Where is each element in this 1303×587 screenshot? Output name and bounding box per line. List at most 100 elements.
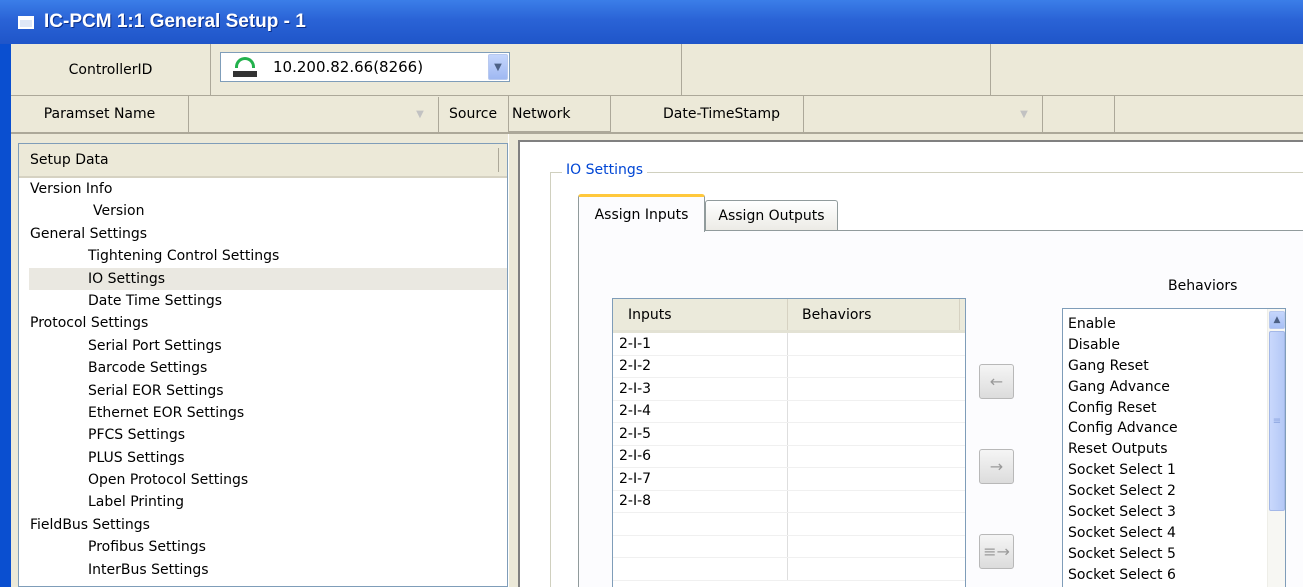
source-value: Network bbox=[508, 96, 611, 132]
add-behavior-button[interactable]: → bbox=[979, 449, 1014, 484]
tree-item[interactable]: Serial Port Settings bbox=[19, 335, 507, 357]
behavior-cell bbox=[788, 423, 960, 445]
chevron-down-icon[interactable]: ▼ bbox=[488, 54, 508, 80]
input-cell: 2-I-4 bbox=[613, 400, 788, 422]
list-item[interactable]: Socket Select 2 bbox=[1063, 481, 1268, 502]
table-row[interactable]: 2-I-7 bbox=[613, 468, 965, 491]
input-cell: 2-I-6 bbox=[613, 445, 788, 467]
tree-item[interactable]: PLUS Settings bbox=[19, 447, 507, 469]
tree-item[interactable]: FieldBus Settings bbox=[19, 514, 507, 536]
inputs-table[interactable]: Inputs Behaviors 2-I-1 2-I-2 2-I-3 2-I-4 2-I… bbox=[612, 298, 966, 587]
tree-item[interactable]: Open Protocol Settings bbox=[19, 469, 507, 491]
list-item[interactable]: Socket Select 4 bbox=[1063, 523, 1268, 544]
tab-assign-inputs[interactable]: Assign Inputs bbox=[578, 194, 705, 232]
behavior-cell bbox=[788, 446, 960, 468]
title-bar[interactable]: IC-PCM 1:1 General Setup - 1 bbox=[0, 0, 1303, 44]
tree-items: Version Info Version General Settings Tight… bbox=[19, 178, 507, 581]
behavior-cell bbox=[788, 356, 960, 378]
tree-item[interactable]: InterBus Settings bbox=[19, 559, 507, 581]
divider bbox=[1114, 96, 1115, 132]
controller-id-select[interactable]: 10.200.82.66(8266) ▼ bbox=[220, 52, 510, 82]
paramset-row: Paramset Name ▼ Source Network Date-Time… bbox=[11, 96, 1303, 134]
tree-item[interactable]: Protocol Settings bbox=[19, 312, 507, 334]
table-row[interactable]: 2-I-2 bbox=[613, 355, 965, 378]
table-row[interactable]: 2-I-6 bbox=[613, 445, 965, 468]
behaviors-list[interactable]: Enable Disable Gang Reset Gang Advance Confi… bbox=[1062, 308, 1286, 587]
table-row[interactable] bbox=[613, 535, 965, 558]
behavior-cell bbox=[788, 468, 960, 490]
assign-all-button[interactable]: ≡→ bbox=[979, 534, 1014, 569]
list-item[interactable]: Socket Select 5 bbox=[1063, 544, 1268, 565]
group-border bbox=[550, 172, 551, 587]
chevron-down-icon[interactable]: ▼ bbox=[1014, 104, 1034, 124]
behavior-cell bbox=[788, 536, 960, 558]
window-frame bbox=[0, 44, 11, 587]
input-cell bbox=[613, 535, 788, 557]
paramset-name-select[interactable]: ▼ bbox=[191, 97, 439, 132]
assign-all-right-icon: ≡→ bbox=[983, 542, 1010, 561]
window-title: IC-PCM 1:1 General Setup - 1 bbox=[44, 11, 306, 32]
date-timestamp-label: Date-TimeStamp bbox=[663, 106, 780, 122]
input-cell: 2-I-8 bbox=[613, 490, 788, 512]
list-item[interactable]: Disable bbox=[1063, 335, 1268, 356]
scroll-thumb[interactable]: ≡ bbox=[1269, 331, 1285, 511]
behaviors-title: Behaviors bbox=[1168, 278, 1238, 294]
setup-data-tree[interactable]: Setup Data Version Info Version General Se… bbox=[18, 143, 508, 587]
window-icon bbox=[18, 15, 34, 29]
controller-id-value: 10.200.82.66(8266) bbox=[273, 58, 424, 76]
scroll-up-icon[interactable]: ▲ bbox=[1269, 311, 1285, 329]
tree-item[interactable]: IO Settings bbox=[29, 267, 507, 290]
tab-assign-outputs[interactable]: Assign Outputs bbox=[705, 200, 838, 230]
table-row[interactable]: 2-I-1 bbox=[613, 333, 965, 356]
list-item[interactable]: Socket Select 3 bbox=[1063, 502, 1268, 523]
group-border bbox=[550, 172, 1303, 173]
controller-row: ControllerID 10.200.82.66(8266) ▼ bbox=[11, 44, 1303, 96]
list-item[interactable]: Reset Outputs bbox=[1063, 439, 1268, 460]
table-row[interactable] bbox=[613, 513, 965, 536]
table-row[interactable]: 2-I-3 bbox=[613, 378, 965, 401]
arrow-left-icon: ← bbox=[989, 372, 1004, 391]
behavior-cell bbox=[788, 513, 960, 535]
io-settings-group-label: IO Settings bbox=[562, 162, 648, 178]
chevron-down-icon[interactable]: ▼ bbox=[410, 105, 430, 124]
tree-header: Setup Data bbox=[19, 144, 507, 178]
table-row[interactable] bbox=[613, 558, 965, 581]
behavior-cell bbox=[788, 558, 960, 580]
inputs-column-header[interactable]: Inputs bbox=[613, 299, 788, 330]
remove-behavior-button[interactable]: ← bbox=[979, 364, 1014, 399]
table-row[interactable]: 2-I-4 bbox=[613, 400, 965, 423]
behaviors-column-header[interactable]: Behaviors bbox=[788, 299, 960, 330]
table-row[interactable]: 2-I-8 bbox=[613, 490, 965, 513]
tree-item[interactable]: Label Printing bbox=[19, 491, 507, 513]
header-cell bbox=[682, 44, 991, 95]
tree-item[interactable]: Version bbox=[19, 200, 507, 222]
list-item[interactable]: Socket Select 6 bbox=[1063, 565, 1268, 586]
input-cell: 2-I-1 bbox=[613, 333, 788, 355]
network-icon bbox=[231, 57, 259, 77]
source-label: Source bbox=[449, 106, 498, 122]
list-item[interactable]: Gang Advance bbox=[1063, 377, 1268, 398]
tree-item[interactable]: Date Time Settings bbox=[19, 290, 507, 312]
tree-item[interactable]: Serial EOR Settings bbox=[19, 380, 507, 402]
list-item[interactable]: Enable bbox=[1063, 314, 1268, 335]
input-cell: 2-I-5 bbox=[613, 423, 788, 445]
list-item[interactable]: Config Advance bbox=[1063, 418, 1268, 439]
input-cell: 2-I-3 bbox=[613, 378, 788, 400]
behavior-cell bbox=[788, 378, 960, 400]
input-cell: 2-I-7 bbox=[613, 468, 788, 490]
input-cell bbox=[613, 513, 788, 535]
list-item[interactable]: Gang Reset bbox=[1063, 356, 1268, 377]
tree-item[interactable]: Barcode Settings bbox=[19, 357, 507, 379]
tree-item[interactable]: Tightening Control Settings bbox=[19, 245, 507, 267]
tree-item[interactable]: Ethernet EOR Settings bbox=[19, 402, 507, 424]
table-row[interactable]: 2-I-5 bbox=[613, 423, 965, 446]
date-timestamp-select[interactable]: ▼ bbox=[803, 96, 1043, 132]
tree-item[interactable]: PFCS Settings bbox=[19, 424, 507, 446]
tree-item[interactable]: Profibus Settings bbox=[19, 536, 507, 558]
list-item[interactable]: Config Reset bbox=[1063, 398, 1268, 419]
tree-item[interactable]: Version Info bbox=[19, 178, 507, 200]
list-item[interactable]: Socket Select 1 bbox=[1063, 460, 1268, 481]
table-header: Inputs Behaviors bbox=[613, 299, 965, 333]
scrollbar[interactable]: ▲ ≡ bbox=[1267, 309, 1285, 587]
tree-item[interactable]: General Settings bbox=[19, 223, 507, 245]
